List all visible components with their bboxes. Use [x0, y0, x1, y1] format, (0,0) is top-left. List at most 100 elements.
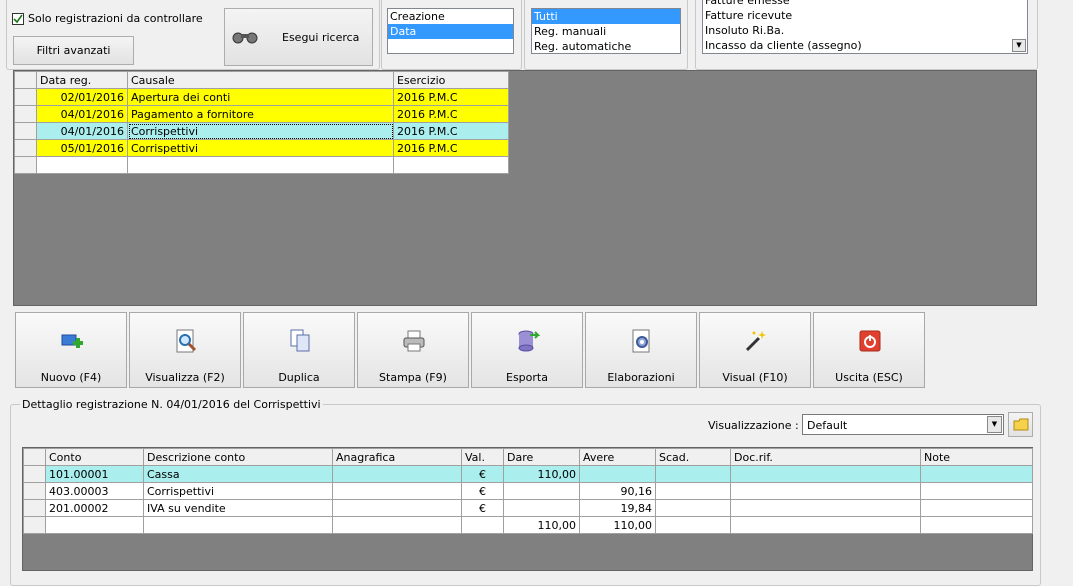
type-list[interactable]: Tutti Reg. manuali Reg. automatiche [531, 8, 681, 54]
view-mode-label: Visualizzazione : [708, 419, 799, 432]
processing-button[interactable]: Elaborazioni [585, 312, 697, 388]
row-indicator [14, 88, 37, 106]
cell-debit [503, 482, 580, 500]
column-header-due[interactable]: Scad. [655, 448, 731, 466]
only-to-check-checkbox[interactable] [12, 13, 24, 25]
causal-item[interactable]: Fatture emesse [703, 0, 1027, 8]
table-row-selected[interactable]: 101.00001 Cassa € 110,00 [23, 465, 1033, 483]
export-label: Esporta [506, 371, 548, 384]
cell-causal: Corrispettivi [127, 139, 394, 157]
duplicate-button[interactable]: Duplica [243, 312, 355, 388]
ordering-option-creation[interactable]: Creazione [388, 9, 513, 24]
cell-empty [461, 516, 504, 534]
search-label: Esegui ricerca [282, 30, 360, 44]
column-header-currency[interactable]: Val. [461, 448, 504, 466]
cell-account: 201.00002 [45, 499, 144, 517]
type-option-all[interactable]: Tutti [532, 9, 680, 24]
cell-causal: Apertura dei conti [127, 88, 394, 106]
cell-account: 101.00001 [45, 465, 144, 483]
column-header-registry[interactable]: Anagrafica [332, 448, 462, 466]
gear-document-icon [632, 329, 650, 353]
table-row-selected[interactable]: 04/01/2016 Corrispettivi 2016 P.M.C [14, 122, 509, 140]
cell-credit [579, 465, 656, 483]
power-icon [859, 330, 881, 352]
row-indicator-header [14, 71, 37, 89]
chevron-down-icon: ▼ [1016, 41, 1022, 49]
cell-registry [332, 482, 462, 500]
checkmark-icon [13, 14, 23, 24]
table-row[interactable]: 201.00002 IVA su vendite € 19,84 [23, 499, 1033, 517]
view-folder-button[interactable] [1008, 412, 1033, 437]
row-indicator [14, 156, 37, 174]
cell-empty [393, 156, 509, 174]
view-mode-select[interactable]: Default ▼ [802, 414, 1004, 435]
advanced-filters-button[interactable]: Filtri avanzati [13, 36, 134, 65]
column-header-account[interactable]: Conto [45, 448, 144, 466]
causal-item[interactable]: Incasso da cliente (assegno) [703, 38, 1027, 53]
ordering-option-date[interactable]: Data [388, 24, 513, 39]
registrations-grid[interactable]: Data reg. Causale Esercizio 02/01/2016 A… [13, 70, 1037, 306]
column-header-description[interactable]: Descrizione conto [143, 448, 333, 466]
cell-credit: 90,16 [579, 482, 656, 500]
printer-icon [403, 330, 425, 352]
column-header-debit[interactable]: Dare [503, 448, 580, 466]
cell-date: 04/01/2016 [36, 122, 128, 140]
column-header-date[interactable]: Data reg. [36, 71, 128, 89]
column-header-notes[interactable]: Note [920, 448, 1033, 466]
cell-notes [920, 482, 1033, 500]
cell-description: Corrispettivi [143, 482, 333, 500]
table-row[interactable]: 04/01/2016 Pagamento a fornitore 2016 P.… [14, 105, 509, 123]
cell-year: 2016 P.M.C [393, 88, 509, 106]
type-option-automatic[interactable]: Reg. automatiche [532, 39, 680, 54]
ordering-list[interactable]: Creazione Data [387, 8, 514, 54]
column-header-docref[interactable]: Doc.rif. [730, 448, 921, 466]
column-header-causal[interactable]: Causale [127, 71, 394, 89]
table-row[interactable]: 02/01/2016 Apertura dei conti 2016 P.M.C [14, 88, 509, 106]
registrations-table: Data reg. Causale Esercizio 02/01/2016 A… [14, 71, 509, 174]
causal-item[interactable]: Insoluto Ri.Ba. [703, 23, 1027, 38]
search-button[interactable]: Esegui ricerca [224, 8, 373, 66]
export-button[interactable]: Esporta [471, 312, 583, 388]
only-to-check-label: Solo registrazioni da controllare [28, 12, 203, 25]
cell-description: IVA su vendite [143, 499, 333, 517]
cell-year: 2016 P.M.C [393, 139, 509, 157]
detail-table: Conto Descrizione conto Anagrafica Val. … [23, 448, 1033, 534]
duplicate-label: Duplica [278, 371, 320, 384]
registrations-header-row: Data reg. Causale Esercizio [14, 71, 509, 89]
binoculars-icon [232, 32, 258, 44]
print-button[interactable]: Stampa (F9) [357, 312, 469, 388]
cell-due [655, 482, 731, 500]
cell-description: Cassa [143, 465, 333, 483]
column-header-credit[interactable]: Avere [579, 448, 656, 466]
causal-item[interactable]: Fatture ricevute [703, 8, 1027, 23]
type-option-manual[interactable]: Reg. manuali [532, 24, 680, 39]
view-button[interactable]: Visualizza (F2) [129, 312, 241, 388]
magnifier-icon [176, 329, 197, 353]
causals-scroll-down[interactable]: ▼ [1012, 39, 1026, 52]
cell-causal: Pagamento a fornitore [127, 105, 394, 123]
new-label: Nuovo (F4) [40, 371, 102, 384]
new-record-icon [61, 334, 83, 348]
table-row[interactable]: 05/01/2016 Corrispettivi 2016 P.M.C [14, 139, 509, 157]
total-credit: 110,00 [579, 516, 656, 534]
cell-registry [332, 465, 462, 483]
view-mode-dropdown-button[interactable]: ▼ [987, 416, 1002, 433]
processing-label: Elaborazioni [607, 371, 675, 384]
visual-button[interactable]: Visual (F10) [699, 312, 811, 388]
cell-empty [45, 516, 144, 534]
cell-account: 403.00003 [45, 482, 144, 500]
causals-list[interactable]: Fatture emesse Fatture ricevute Insoluto… [702, 0, 1028, 54]
cell-due [655, 465, 731, 483]
cell-currency: € [461, 499, 504, 517]
detail-header-row: Conto Descrizione conto Anagrafica Val. … [23, 448, 1033, 466]
detail-grid[interactable]: Conto Descrizione conto Anagrafica Val. … [22, 447, 1033, 571]
cell-empty [655, 516, 731, 534]
cell-docref [730, 499, 921, 517]
table-row[interactable]: 403.00003 Corrispettivi € 90,16 [23, 482, 1033, 500]
visual-label: Visual (F10) [722, 371, 788, 384]
new-button[interactable]: Nuovo (F4) [15, 312, 127, 388]
column-header-year[interactable]: Esercizio [393, 71, 509, 89]
row-indicator-header [23, 448, 46, 466]
exit-button[interactable]: Uscita (ESC) [813, 312, 925, 388]
table-row-empty[interactable] [14, 156, 509, 174]
